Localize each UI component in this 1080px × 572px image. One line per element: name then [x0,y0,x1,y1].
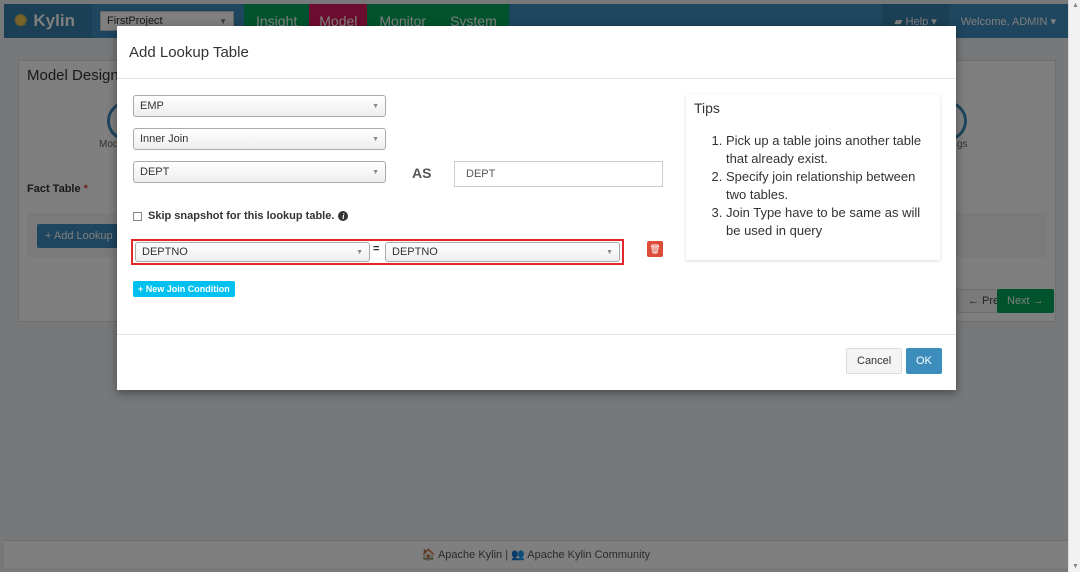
tip-item: Pick up a table joins another table that… [726,132,932,168]
new-join-condition-button[interactable]: + New Join Condition [133,281,235,297]
tip-item: Specify join relationship between two ta… [726,168,932,204]
tip-item: Join Type have to be same as will be use… [726,204,932,240]
chevron-down-icon: ▼ [372,135,379,143]
modal-title: Add Lookup Table [129,44,249,61]
chevron-down-icon: ▼ [356,248,363,256]
chevron-down-icon: ▼ [606,248,613,256]
join-left-column-value: DEPTNO [142,246,188,258]
skip-snapshot-row[interactable]: Skip snapshot for this lookup table. i [133,210,349,222]
join-condition-row: DEPTNO ▼ = DEPTNO ▼ [131,239,624,265]
modal-footer [117,334,956,335]
join-type-select-value: Inner Join [140,133,189,145]
add-lookup-table-dialog: Add Lookup Table EMP ▼ Inner Join ▼ DEPT… [117,26,956,390]
table-select-value: EMP [140,100,164,112]
join-type-select[interactable]: Inner Join ▼ [133,128,386,150]
tips-title: Tips [694,100,720,116]
skip-snapshot-checkbox[interactable] [133,211,142,221]
delete-join-condition-button[interactable]: 🗑 [647,241,663,257]
join-right-column-value: DEPTNO [392,246,438,258]
join-right-column-select[interactable]: DEPTNO ▼ [385,242,620,262]
cancel-button[interactable]: Cancel [846,348,903,374]
as-label: AS [412,165,432,181]
trash-icon: 🗑 [649,243,661,254]
lookup-table-select[interactable]: DEPT ▼ [133,161,386,183]
lookup-table-select-value: DEPT [140,166,170,178]
skip-snapshot-label: Skip snapshot for this lookup table. [148,210,335,222]
info-icon[interactable]: i [338,211,349,221]
chevron-down-icon: ▼ [372,102,379,110]
scroll-up-icon[interactable]: ▲ [1072,2,1079,9]
join-operator: = [373,243,380,255]
alias-input[interactable] [454,161,663,187]
table-select[interactable]: EMP ▼ [133,95,386,117]
join-left-column-select[interactable]: DEPTNO ▼ [135,242,370,262]
modal-header: Add Lookup Table [117,26,956,79]
tips-list: Pick up a table joins another table that… [726,132,932,240]
chevron-down-icon: ▼ [372,168,379,176]
tips-box: Tips Pick up a table joins another table… [686,94,940,260]
page-scrollbar[interactable]: ▲ ▼ [1068,0,1080,572]
scroll-down-icon[interactable]: ▼ [1072,563,1079,570]
ok-button[interactable]: OK [906,348,942,374]
